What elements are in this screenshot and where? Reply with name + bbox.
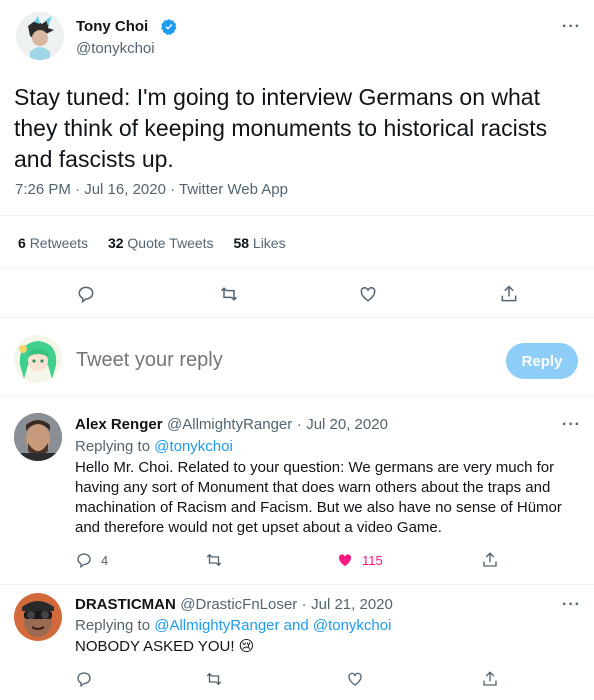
reply-author-name[interactable]: DRASTICMAN xyxy=(75,596,176,613)
divider xyxy=(0,317,594,318)
tweet-stats: 6 Retweets 32 Quote Tweets 58 Likes xyxy=(18,235,302,251)
reply-submit-button[interactable]: Reply xyxy=(506,343,578,379)
user-avatar[interactable] xyxy=(14,335,62,383)
replying-to-link[interactable]: @AllmightyRanger and @tonykchoi xyxy=(154,617,391,634)
reply-header: Alex Renger @AllmightyRanger · Jul 20, 2… xyxy=(75,416,388,434)
verified-badge-icon xyxy=(160,18,178,41)
quote-tweets-stat[interactable]: 32 Quote Tweets xyxy=(108,235,214,251)
share-button[interactable] xyxy=(481,670,499,688)
like-icon xyxy=(348,672,362,686)
tweet-date[interactable]: Jul 16, 2020 xyxy=(84,181,166,198)
reply-date[interactable]: Jul 20, 2020 xyxy=(306,416,388,433)
reply-count: 4 xyxy=(101,552,109,568)
reply-date[interactable]: Jul 21, 2020 xyxy=(311,596,393,613)
reply-avatar[interactable] xyxy=(14,413,62,461)
like-button[interactable] xyxy=(346,670,364,688)
retweet-icon xyxy=(206,672,222,686)
share-icon xyxy=(501,285,517,302)
reply-input[interactable] xyxy=(76,349,376,372)
like-count: 115 xyxy=(362,552,383,568)
reply-text: Hello Mr. Choi. Related to your question… xyxy=(75,458,585,538)
reply-button[interactable] xyxy=(76,284,96,304)
replying-to: Replying to @tonykchoi xyxy=(75,438,233,455)
replying-to-link[interactable]: @tonykchoi xyxy=(154,438,233,455)
retweet-icon xyxy=(220,287,238,301)
reply-author-name[interactable]: Alex Renger xyxy=(75,416,163,433)
reply-icon xyxy=(77,672,91,688)
separator: · xyxy=(170,181,176,198)
retweet-button[interactable] xyxy=(205,551,223,569)
separator: · xyxy=(301,596,307,613)
share-icon xyxy=(483,671,497,686)
share-button[interactable] xyxy=(481,551,499,569)
divider xyxy=(0,396,594,397)
separator: · xyxy=(75,181,81,198)
like-icon-filled xyxy=(338,554,352,566)
share-icon xyxy=(483,552,497,567)
replying-to: Replying to @AllmightyRanger and @tonykc… xyxy=(75,617,391,634)
divider xyxy=(0,215,594,216)
divider xyxy=(0,584,594,585)
like-button[interactable]: 115 xyxy=(336,551,383,569)
author-name[interactable]: Tony Choi xyxy=(76,18,148,35)
reply-text-line: NOBODY ASKED YOU! 😢 xyxy=(75,638,255,655)
likes-stat[interactable]: 58 Likes xyxy=(233,235,285,251)
retweet-button[interactable] xyxy=(219,284,239,304)
reply-author-handle[interactable]: @DrasticFnLoser xyxy=(180,596,297,613)
reply-header: DRASTICMAN @DrasticFnLoser · Jul 21, 202… xyxy=(75,596,393,614)
reply-icon xyxy=(78,286,94,303)
tweet-source[interactable]: Twitter Web App xyxy=(179,181,288,198)
like-icon xyxy=(360,286,376,302)
more-icon[interactable]: ··· xyxy=(562,416,581,434)
more-icon[interactable]: ··· xyxy=(562,596,581,614)
more-icon[interactable]: ··· xyxy=(562,18,581,36)
reply-text-line: machination of Racism and Facism. But we… xyxy=(75,499,562,516)
author-handle[interactable]: @tonykchoi xyxy=(76,40,155,57)
divider xyxy=(0,268,594,269)
reply-button[interactable] xyxy=(75,670,93,688)
reply-icon xyxy=(77,553,91,569)
tweet-timestamp: 7:26 PM · Jul 16, 2020 · Twitter Web App xyxy=(15,181,288,198)
retweet-button[interactable] xyxy=(205,670,223,688)
author-avatar[interactable] xyxy=(16,12,64,60)
replying-to-label: Replying to xyxy=(75,438,151,455)
reply-author-handle[interactable]: @AllmightyRanger xyxy=(167,416,292,433)
reply-button[interactable]: 4 xyxy=(75,551,108,569)
retweet-icon xyxy=(206,553,222,567)
replying-to-label: Replying to xyxy=(75,617,151,634)
retweets-stat[interactable]: 6 Retweets xyxy=(18,235,88,251)
reply-text-line: Hello Mr. Choi. Related to your question… xyxy=(75,459,555,476)
reply-text-line: having any sort of Monument that does wa… xyxy=(75,479,551,496)
separator: · xyxy=(296,416,302,433)
tweet-time[interactable]: 7:26 PM xyxy=(15,181,71,198)
tweet-text: Stay tuned: I'm going to interview Germa… xyxy=(14,84,548,172)
share-button[interactable] xyxy=(499,284,519,304)
reply-text: NOBODY ASKED YOU! 😢 xyxy=(75,637,585,657)
reply-avatar[interactable] xyxy=(14,593,62,641)
reply-text-line: and therefore would not get upset about … xyxy=(75,519,442,536)
like-button[interactable] xyxy=(358,284,378,304)
